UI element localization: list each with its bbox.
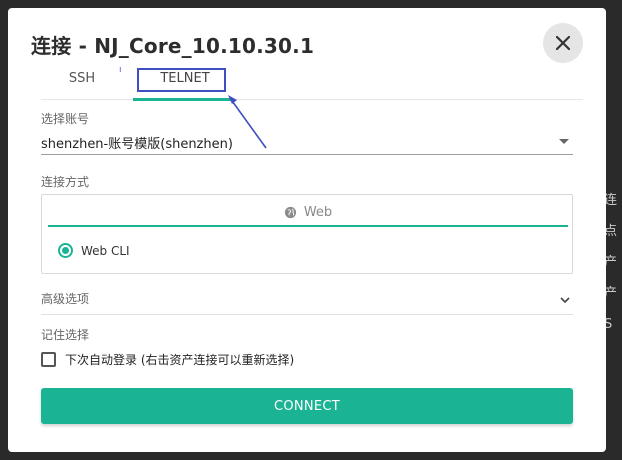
web-cli-label: Web CLI [81,243,130,258]
close-icon [555,35,571,51]
background-snippet: S [604,317,613,332]
web-cli-option[interactable]: Web CLI [58,243,130,258]
tab-web[interactable]: Web [48,197,568,227]
method-tab-indicator [48,225,568,227]
background-snippet: 产 [604,286,618,301]
connect-dialog: 连接 - NJ_Core_10.10.30.1 ı SSH TELNET 选择账… [8,8,606,452]
globe-icon [284,206,296,218]
method-label: 连接方式 [41,175,90,189]
background-snippet: 连 [604,193,618,208]
chevron-down-icon [560,297,570,304]
web-cli-radio[interactable] [58,243,73,258]
background-snippet: 产 [604,255,618,270]
tab-telnet[interactable]: TELNET [133,66,237,101]
account-label: 选择账号 [41,112,90,126]
background-snippet: 点 [604,224,618,239]
dropdown-caret-icon [559,139,569,144]
advanced-options-label: 高级选项 [41,292,90,306]
connect-method-box: Web Web CLI [41,194,573,274]
tab-ssh-label: SSH [68,71,96,86]
remember-label: 记住选择 [41,328,90,342]
auto-login-checkbox[interactable] [41,352,56,367]
advanced-options-toggle[interactable]: 高级选项 [41,288,573,315]
dialog-title: 连接 - NJ_Core_10.10.30.1 [31,34,315,58]
connect-button[interactable]: CONNECT [41,388,573,424]
protocol-tabs: SSH TELNET [41,66,583,101]
tab-web-label: Web [303,204,333,220]
close-button[interactable] [543,23,583,63]
account-value: shenzhen-账号模版(shenzhen) [41,137,233,152]
radio-selected-dot [62,247,69,254]
tab-ssh[interactable]: SSH [41,66,123,99]
tab-telnet-label: TELNET [160,71,210,86]
auto-login-option[interactable]: 下次自动登录 (右击资产连接可以重新选择) [41,351,294,368]
auto-login-label: 下次自动登录 (右击资产连接可以重新选择) [65,353,295,367]
background-text: 连 点 产 产 S [604,190,622,345]
account-select[interactable]: shenzhen-账号模版(shenzhen) [41,131,573,155]
active-tab-indicator [133,98,233,101]
